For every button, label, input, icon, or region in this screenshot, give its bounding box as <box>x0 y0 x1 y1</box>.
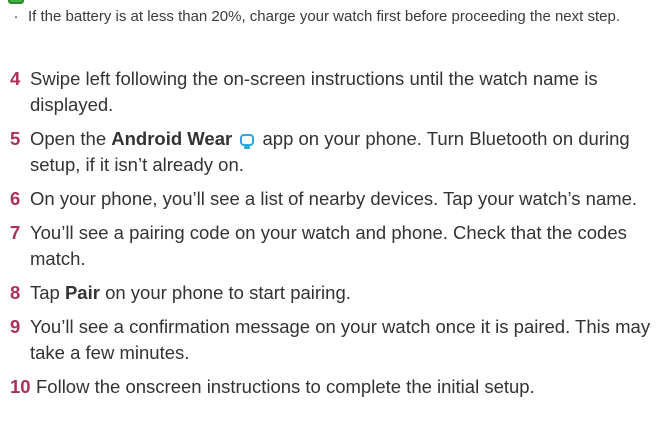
step-number: 10 <box>10 376 31 397</box>
step-text: You’ll see a confirmation message on you… <box>30 316 651 363</box>
android-wear-app-icon <box>240 134 255 149</box>
step-4: 4 Swipe left following the on-screen ins… <box>10 66 660 118</box>
note-icon <box>8 0 24 4</box>
android-wear-app-name: Android Wear <box>111 128 233 149</box>
step-text: On your phone, you’ll see a list of near… <box>30 188 638 209</box>
step-number: 6 <box>10 188 21 209</box>
step-text: Swipe left following the on-screen instr… <box>30 68 598 115</box>
step-text: You’ll see a pairing code on your watch … <box>30 222 627 269</box>
step-number: 7 <box>10 222 21 243</box>
note: · If the battery is at less than 20%, ch… <box>10 6 650 28</box>
step-5: 5 Open the Android Wear app on your phon… <box>10 126 660 178</box>
step-9: 9 You’ll see a confirmation message on y… <box>10 314 660 366</box>
step-text-before: Tap <box>30 282 65 303</box>
step-text: Follow the onscreen instructions to comp… <box>36 376 535 397</box>
step-8: 8 Tap Pair on your phone to start pairin… <box>10 280 660 306</box>
step-number: 4 <box>10 68 21 89</box>
step-number: 5 <box>10 128 21 149</box>
step-text-before: Open the <box>30 128 112 149</box>
step-10: 10 Follow the onscreen instructions to c… <box>10 374 660 400</box>
step-text-after: on your phone to start pairing. <box>99 282 351 303</box>
step-6: 6 On your phone, you’ll see a list of ne… <box>10 186 660 212</box>
step-7: 7 You’ll see a pairing code on your watc… <box>10 220 660 272</box>
note-text: If the battery is at less than 20%, char… <box>28 8 620 25</box>
step-number: 9 <box>10 316 21 337</box>
pair-label: Pair <box>64 282 100 303</box>
steps-list: 4 Swipe left following the on-screen ins… <box>10 66 660 408</box>
note-bullet: · <box>13 8 19 25</box>
step-number: 8 <box>10 282 21 303</box>
